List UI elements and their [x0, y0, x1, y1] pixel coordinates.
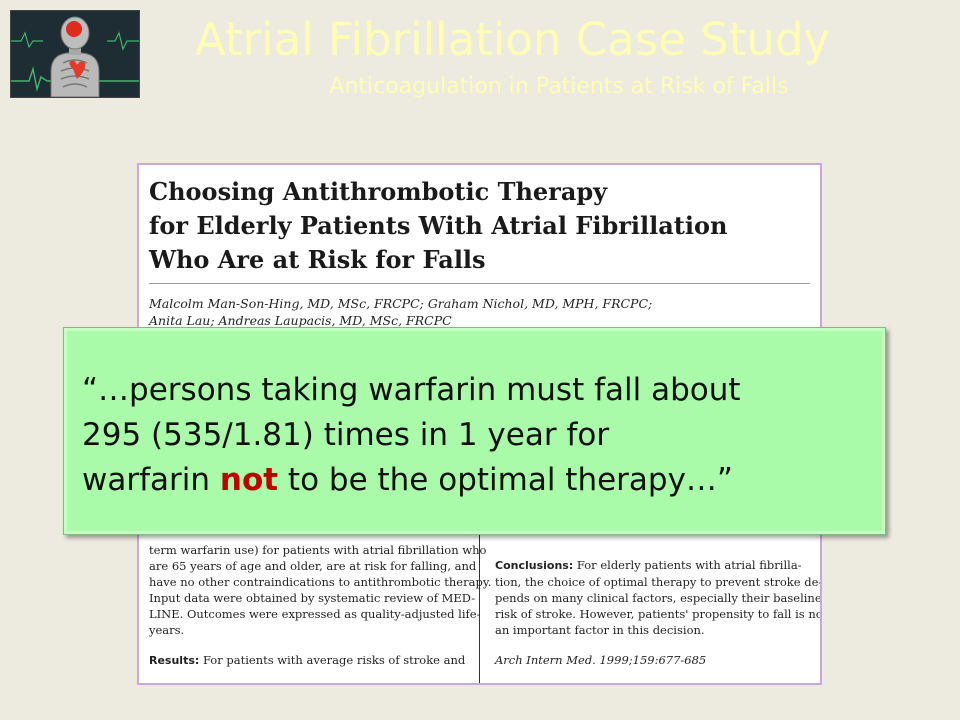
paper-right-column: Conclusions: For elderly patients with a… [495, 557, 822, 668]
conclusions-line: Conclusions: For elderly patients with a… [495, 557, 817, 574]
quote-text-before: warfarin [82, 462, 220, 498]
quote-callout: “…persons taking warfarin must fall abou… [63, 327, 886, 535]
paper-title: Choosing Antithrombotic Therapy for Elde… [149, 175, 749, 277]
quote-emphasis: not [219, 462, 279, 498]
paper-title-line: for Elderly Patients With Atrial Fibrill… [149, 211, 728, 240]
abstract-line: pends on many clinical factors, especial… [495, 591, 822, 605]
quote-line: 295 (535/1.81) times in 1 year for [82, 417, 610, 453]
author-line: Malcolm Man-Son-Hing, MD, MSc, FRCPC; Gr… [149, 296, 653, 311]
abstract-line: an important factor in this decision. [495, 623, 705, 637]
abstract-line: years. [149, 623, 185, 637]
quote-text-after: to be the optimal therapy…” [278, 462, 733, 498]
conclusions-text: For elderly patients with atrial fibrill… [573, 558, 802, 572]
abstract-line: term warfarin use) for patients with atr… [149, 543, 487, 557]
slide-subtitle: Anticoagulation in Patients at Risk of F… [329, 74, 789, 99]
abstract-line: risk of stroke. However, patients' prope… [495, 607, 822, 621]
paper-left-column: term warfarin use) for patients with atr… [149, 542, 492, 669]
abstract-line: are 65 years of age and older, are at ri… [149, 559, 477, 573]
citation: Arch Intern Med. 1999;159:677-685 [495, 653, 707, 667]
slide-title: Atrial Fibrillation Case Study [195, 13, 831, 66]
quote-line: warfarin not to be the optimal therapy…” [82, 458, 882, 503]
conclusions-label: Conclusions: [495, 559, 574, 572]
results-text: For patients with average risks of strok… [199, 653, 466, 667]
abstract-line: tion, the choice of optimal therapy to p… [495, 575, 822, 589]
paper-authors: Malcolm Man-Son-Hing, MD, MSc, FRCPC; Gr… [149, 295, 789, 329]
abstract-line: have no other contraindications to antit… [149, 575, 492, 589]
paper-title-line: Choosing Antithrombotic Therapy [149, 177, 608, 206]
results-label: Results: [149, 654, 200, 667]
quote-text: “…persons taking warfarin must fall abou… [82, 368, 882, 503]
results-line: Results: For patients with average risks… [149, 652, 471, 669]
human-anatomy-heart-icon [11, 11, 139, 97]
abstract-line: Input data were obtained by systematic r… [149, 591, 476, 605]
quote-line: “…persons taking warfarin must fall abou… [82, 372, 741, 408]
slide-logo [10, 10, 140, 98]
paper-title-line: Who Are at Risk for Falls [149, 245, 486, 274]
abstract-line: LINE. Outcomes were expressed as quality… [149, 607, 481, 621]
paper-rule [149, 283, 810, 284]
